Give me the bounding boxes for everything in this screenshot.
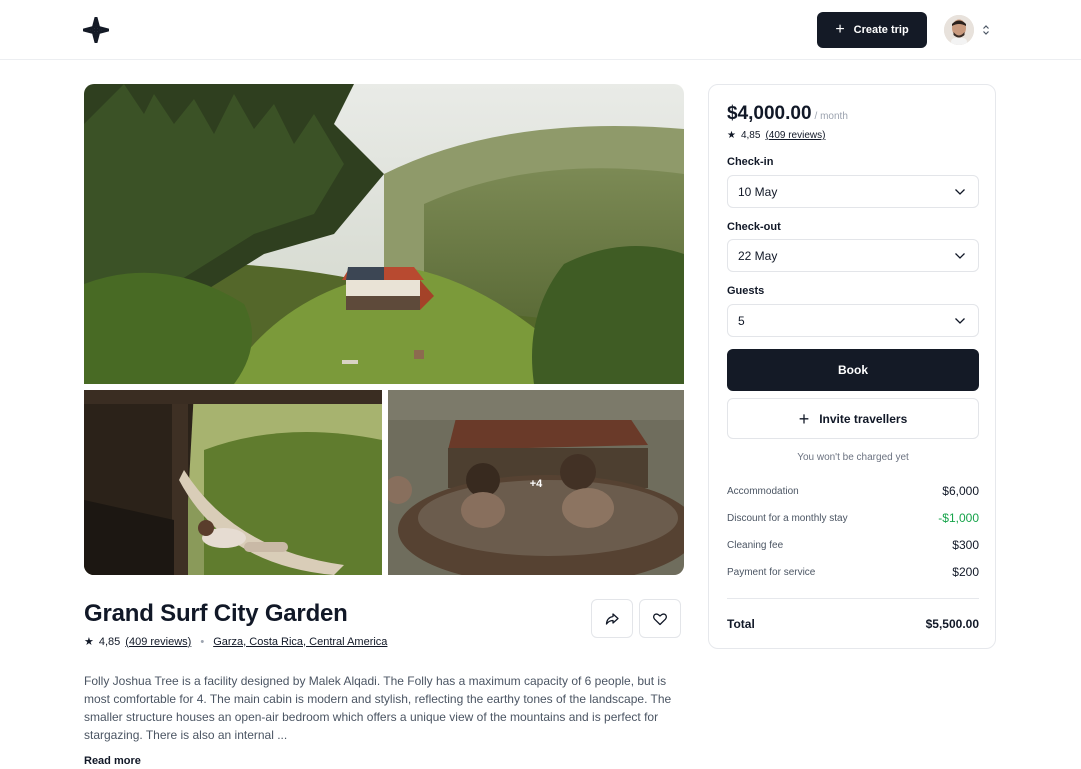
total-value: $5,500.00	[925, 617, 979, 631]
invite-travellers-button[interactable]: + Invite travellers	[727, 398, 979, 439]
checkin-value: 10 May	[738, 184, 778, 199]
price-period: / month	[814, 111, 848, 122]
guests-value: 5	[738, 313, 745, 328]
checkin-label: Check-in	[727, 156, 774, 168]
line-item-label: Cleaning fee	[727, 539, 784, 551]
line-item-value: $300	[952, 538, 979, 552]
listing-reviews-link[interactable]: (409 reviews)	[125, 636, 191, 648]
separator-dot: •	[200, 635, 205, 648]
hot-tub-photo[interactable]: +4	[388, 390, 684, 575]
favorite-button[interactable]	[639, 599, 681, 638]
listing-description: Folly Joshua Tree is a facility designed…	[84, 674, 672, 742]
listing-title: Grand Surf City Garden	[84, 600, 348, 627]
guests-select[interactable]: 5	[727, 304, 979, 337]
card-rating-value: 4,85	[740, 130, 761, 141]
chevron-down-icon	[955, 317, 965, 324]
plus-icon: +	[835, 21, 845, 38]
card-reviews-link[interactable]: (409 reviews)	[765, 130, 825, 141]
avatar-image	[944, 15, 974, 45]
create-trip-label: Create trip	[853, 24, 909, 36]
sparkle-logo-icon[interactable]	[83, 17, 109, 43]
user-avatar[interactable]	[944, 15, 974, 45]
price-amount: $4,000.00	[727, 103, 812, 124]
price-block: $4,000.00 / month	[727, 103, 848, 125]
checkout-select[interactable]: 22 May	[727, 239, 979, 272]
listing-rating: 4,85	[98, 635, 121, 648]
share-icon	[605, 612, 619, 625]
card-rating: ★ 4,85 (409 reviews)	[727, 130, 825, 141]
line-item-value: $200	[952, 565, 979, 579]
star-icon: ★	[727, 130, 736, 141]
checkout-label: Check-out	[727, 221, 781, 233]
share-button[interactable]	[591, 599, 633, 638]
line-item-label: Discount for a monthly stay	[727, 512, 848, 524]
main-photo[interactable]	[84, 84, 684, 384]
line-item-service-payment: Payment for service $200	[727, 565, 979, 579]
updown-caret-icon[interactable]	[982, 24, 990, 36]
book-button[interactable]: Book	[727, 349, 979, 391]
heart-icon	[653, 612, 667, 625]
total-row: Total $5,500.00	[727, 617, 979, 631]
plus-icon: +	[798, 408, 810, 429]
checkin-select[interactable]: 10 May	[727, 175, 979, 208]
listing-location-link[interactable]: Garza, Costa Rica, Central America	[213, 636, 387, 648]
line-item-discount: Discount for a monthly stay -$1,000	[727, 511, 979, 525]
hammock-on-porch-image	[84, 390, 382, 575]
chevron-down-icon	[955, 252, 965, 259]
listing-meta: ★ 4,85 (409 reviews) • Garza, Costa Rica…	[84, 635, 387, 649]
line-item-accommodation: Accommodation $6,000	[727, 484, 979, 498]
guests-label: Guests	[727, 285, 765, 297]
more-photos-count[interactable]: +4	[388, 478, 684, 490]
read-more-link[interactable]: Read more	[84, 755, 141, 767]
line-item-label: Accommodation	[727, 485, 799, 497]
booking-card: $4,000.00 / month ★ 4,85 (409 reviews) C…	[708, 84, 996, 649]
hammock-photo[interactable]	[84, 390, 382, 575]
create-trip-button[interactable]: + Create trip	[817, 12, 927, 48]
invite-travellers-label: Invite travellers	[819, 411, 908, 426]
line-item-value: -$1,000	[938, 511, 979, 525]
line-item-cleaning-fee: Cleaning fee $300	[727, 538, 979, 552]
total-label: Total	[727, 617, 755, 631]
cabin-in-forest-image	[84, 84, 684, 384]
line-item-label: Payment for service	[727, 566, 816, 578]
top-header: + Create trip	[0, 0, 1081, 60]
no-charge-note: You won't be charged yet	[797, 452, 909, 463]
total-divider	[727, 598, 979, 599]
chevron-down-icon	[955, 188, 965, 195]
checkout-value: 22 May	[738, 248, 778, 263]
star-icon: ★	[84, 636, 94, 648]
line-item-value: $6,000	[942, 484, 979, 498]
